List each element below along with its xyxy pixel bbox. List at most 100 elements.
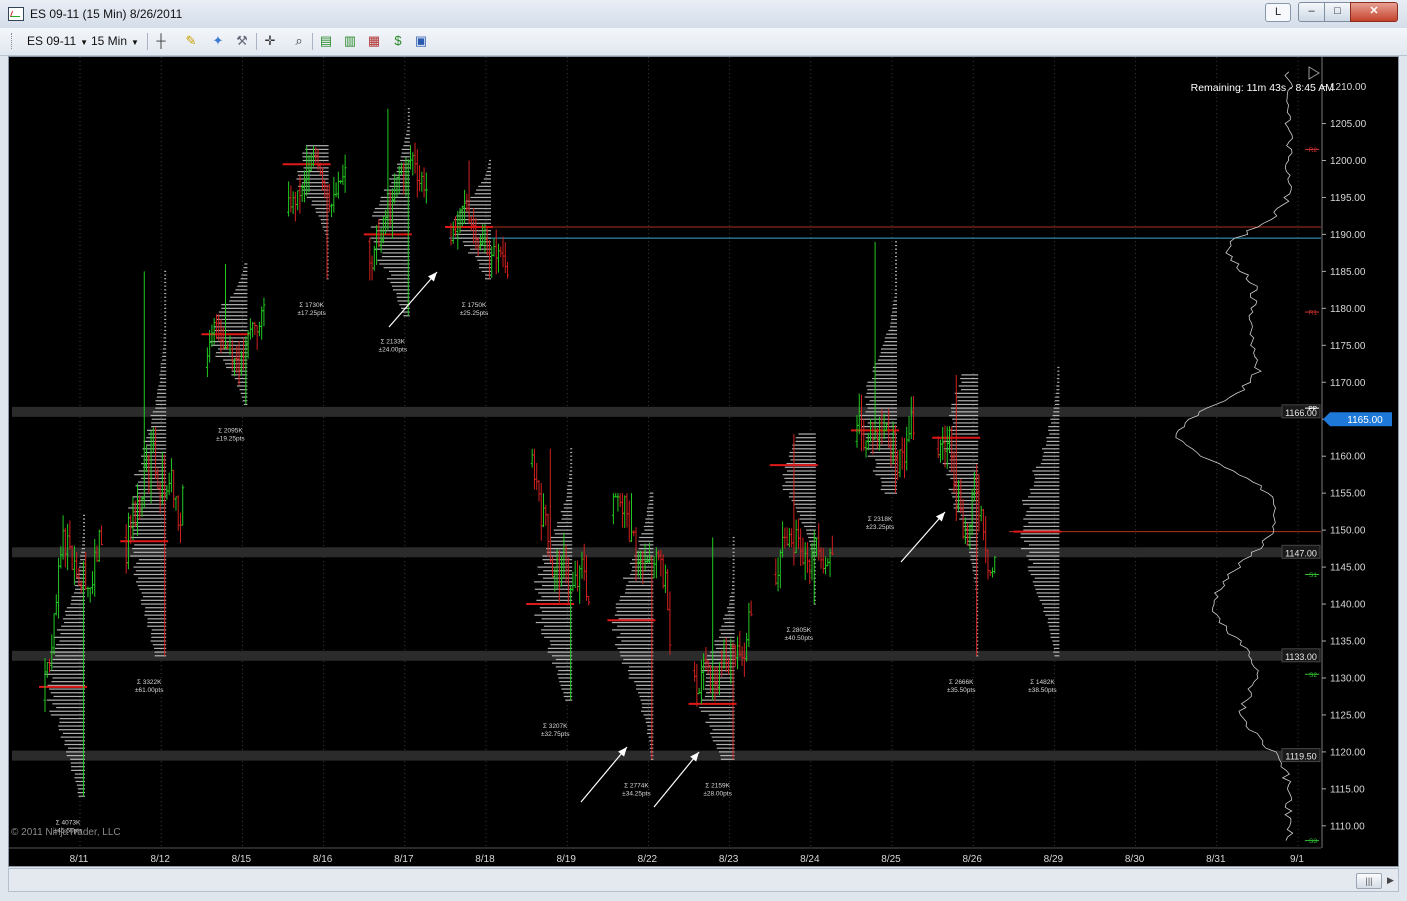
- volume-profile-row: [1042, 459, 1060, 461]
- link-button[interactable]: L: [1265, 3, 1291, 22]
- volume-profile-row: [50, 714, 85, 716]
- volume-profile-row: [1036, 592, 1060, 594]
- toolbar-grip[interactable]: [11, 33, 15, 49]
- volume-profile-row: [784, 477, 816, 479]
- level-label: 1119.50: [1285, 752, 1316, 762]
- pencil-icon[interactable]: ✎: [183, 33, 199, 49]
- volume-profile-row: [550, 644, 573, 646]
- volume-profile-row: [566, 488, 573, 491]
- volume-profile-row: [1034, 584, 1060, 587]
- y-tick-label: 1200.00: [1330, 156, 1367, 167]
- maximize-button[interactable]: □: [1324, 2, 1351, 22]
- volume-profile-row: [297, 170, 329, 173]
- session-volume-label: Σ 1482K: [1030, 679, 1055, 686]
- volume-profile-row: [866, 385, 897, 387]
- instrument-selector[interactable]: ES 09-11 ▼: [27, 34, 88, 48]
- volume-profile-row: [647, 507, 654, 509]
- volume-profile-row: [895, 285, 897, 287]
- volume-profile-row: [951, 426, 979, 428]
- volume-profile-row: [240, 392, 248, 394]
- volume-profile-row: [144, 614, 167, 616]
- volume-profile-row: [860, 418, 897, 420]
- volume-profile-row: [641, 533, 654, 535]
- volume-profile-row: [144, 610, 167, 613]
- y-tick-label: 1120.00: [1330, 747, 1366, 758]
- volume-profile-row: [732, 584, 735, 587]
- crosshair-icon[interactable]: ✛: [262, 33, 278, 49]
- volume-profile-row: [152, 411, 167, 413]
- volume-profile-row: [391, 182, 410, 184]
- bar-type-icon[interactable]: ┼: [153, 33, 169, 49]
- scroll-thumb[interactable]: |||: [1356, 873, 1382, 889]
- volume-profile-row: [230, 296, 248, 298]
- volume-profile-row: [895, 270, 897, 272]
- volume-profile-row: [946, 474, 979, 476]
- crosshair-pin-icon[interactable]: ✦: [210, 33, 226, 49]
- volume-profile-row: [164, 270, 167, 272]
- volume-profile-row: [1043, 607, 1060, 609]
- price-chart[interactable]: 1166.001147.001133.001119.50Σ 4073K±45.5…: [9, 57, 1398, 866]
- volume-profile-row: [625, 592, 654, 594]
- volume-profile-row: [541, 618, 573, 620]
- volume-profile-row: [551, 655, 573, 657]
- y-tick-label: 1135.00: [1330, 637, 1366, 648]
- horizontal-scrollbar[interactable]: ||| ▶: [8, 868, 1399, 892]
- wrench-icon[interactable]: ⚒: [234, 33, 250, 49]
- dollar-icon[interactable]: $: [390, 33, 406, 49]
- volume-profile-row: [799, 518, 816, 520]
- properties-icon[interactable]: ▣: [413, 33, 429, 49]
- level-label: 1147.00: [1285, 548, 1317, 558]
- volume-profile-row: [611, 621, 654, 624]
- volume-profile-row: [782, 474, 816, 476]
- volume-profile-row: [894, 292, 897, 295]
- level-label: 1133.00: [1285, 652, 1317, 662]
- volume-profile-row: [557, 522, 573, 524]
- volume-profile-row: [875, 459, 897, 461]
- volume-profile-row: [716, 747, 735, 749]
- zoom-icon[interactable]: ⌕: [291, 33, 307, 49]
- volume-profile-row: [70, 603, 85, 605]
- volume-profile-row: [702, 666, 735, 668]
- scroll-right-icon[interactable]: ▶: [1387, 873, 1397, 887]
- volume-profile-row: [470, 196, 491, 199]
- volume-profile-row: [895, 244, 897, 247]
- volume-profile-row: [146, 437, 167, 439]
- volume-profile-row: [569, 470, 573, 472]
- volume-profile-row: [732, 570, 735, 572]
- volume-profile-row: [628, 581, 654, 583]
- volume-profile-row: [49, 710, 85, 712]
- volume-profile-row: [570, 462, 573, 465]
- volume-profile-row: [164, 315, 167, 317]
- volume-profile-row: [151, 633, 167, 635]
- minimize-button[interactable]: –: [1298, 2, 1325, 22]
- chart-toolbar: ES 09-11 ▼ 15 Min ▼ ┼ ✎ ✦ ⚒ ✛ ⌕ ▤ ▥ ▦ $ ▣: [0, 28, 1407, 56]
- strategy-icon[interactable]: ▤: [318, 33, 334, 49]
- volume-profile-row: [373, 211, 410, 213]
- volume-profile-row: [949, 451, 979, 454]
- volume-profile-row: [403, 315, 410, 317]
- y-tick-label: 1145.00: [1330, 563, 1366, 574]
- volume-profile-row: [538, 592, 573, 594]
- volume-profile-row: [297, 174, 329, 176]
- volume-profile-row: [63, 618, 85, 620]
- interval-selector[interactable]: 15 Min ▼: [91, 34, 139, 48]
- volume-profile-row: [136, 518, 167, 520]
- indicators-icon[interactable]: ▥: [342, 33, 358, 49]
- title-bar: ES 09-11 (15 Min) 8/26/2011 L – □ ✕: [0, 0, 1407, 29]
- volume-profile-row: [623, 658, 654, 661]
- volume-profile-row: [630, 573, 654, 576]
- volume-profile-row: [877, 359, 897, 361]
- close-button[interactable]: ✕: [1350, 2, 1398, 22]
- volume-profile-row: [1032, 470, 1060, 472]
- session-range-label: ±17.25pts: [297, 310, 326, 317]
- chart-panel[interactable]: 1166.00 1147.00 1133.00 1119.50 Σ 4073K ±45.5…: [8, 56, 1399, 867]
- volume-profile-row: [721, 625, 735, 627]
- volume-profile-row: [949, 414, 979, 417]
- chart-trader-icon[interactable]: ▦: [366, 33, 382, 49]
- volume-profile-row: [217, 322, 248, 324]
- volume-profile-row: [551, 662, 573, 664]
- volume-profile-row: [489, 159, 491, 162]
- volume-profile-row: [872, 470, 897, 472]
- x-tick-label: 8/30: [1125, 854, 1145, 865]
- volume-profile-row: [879, 355, 897, 357]
